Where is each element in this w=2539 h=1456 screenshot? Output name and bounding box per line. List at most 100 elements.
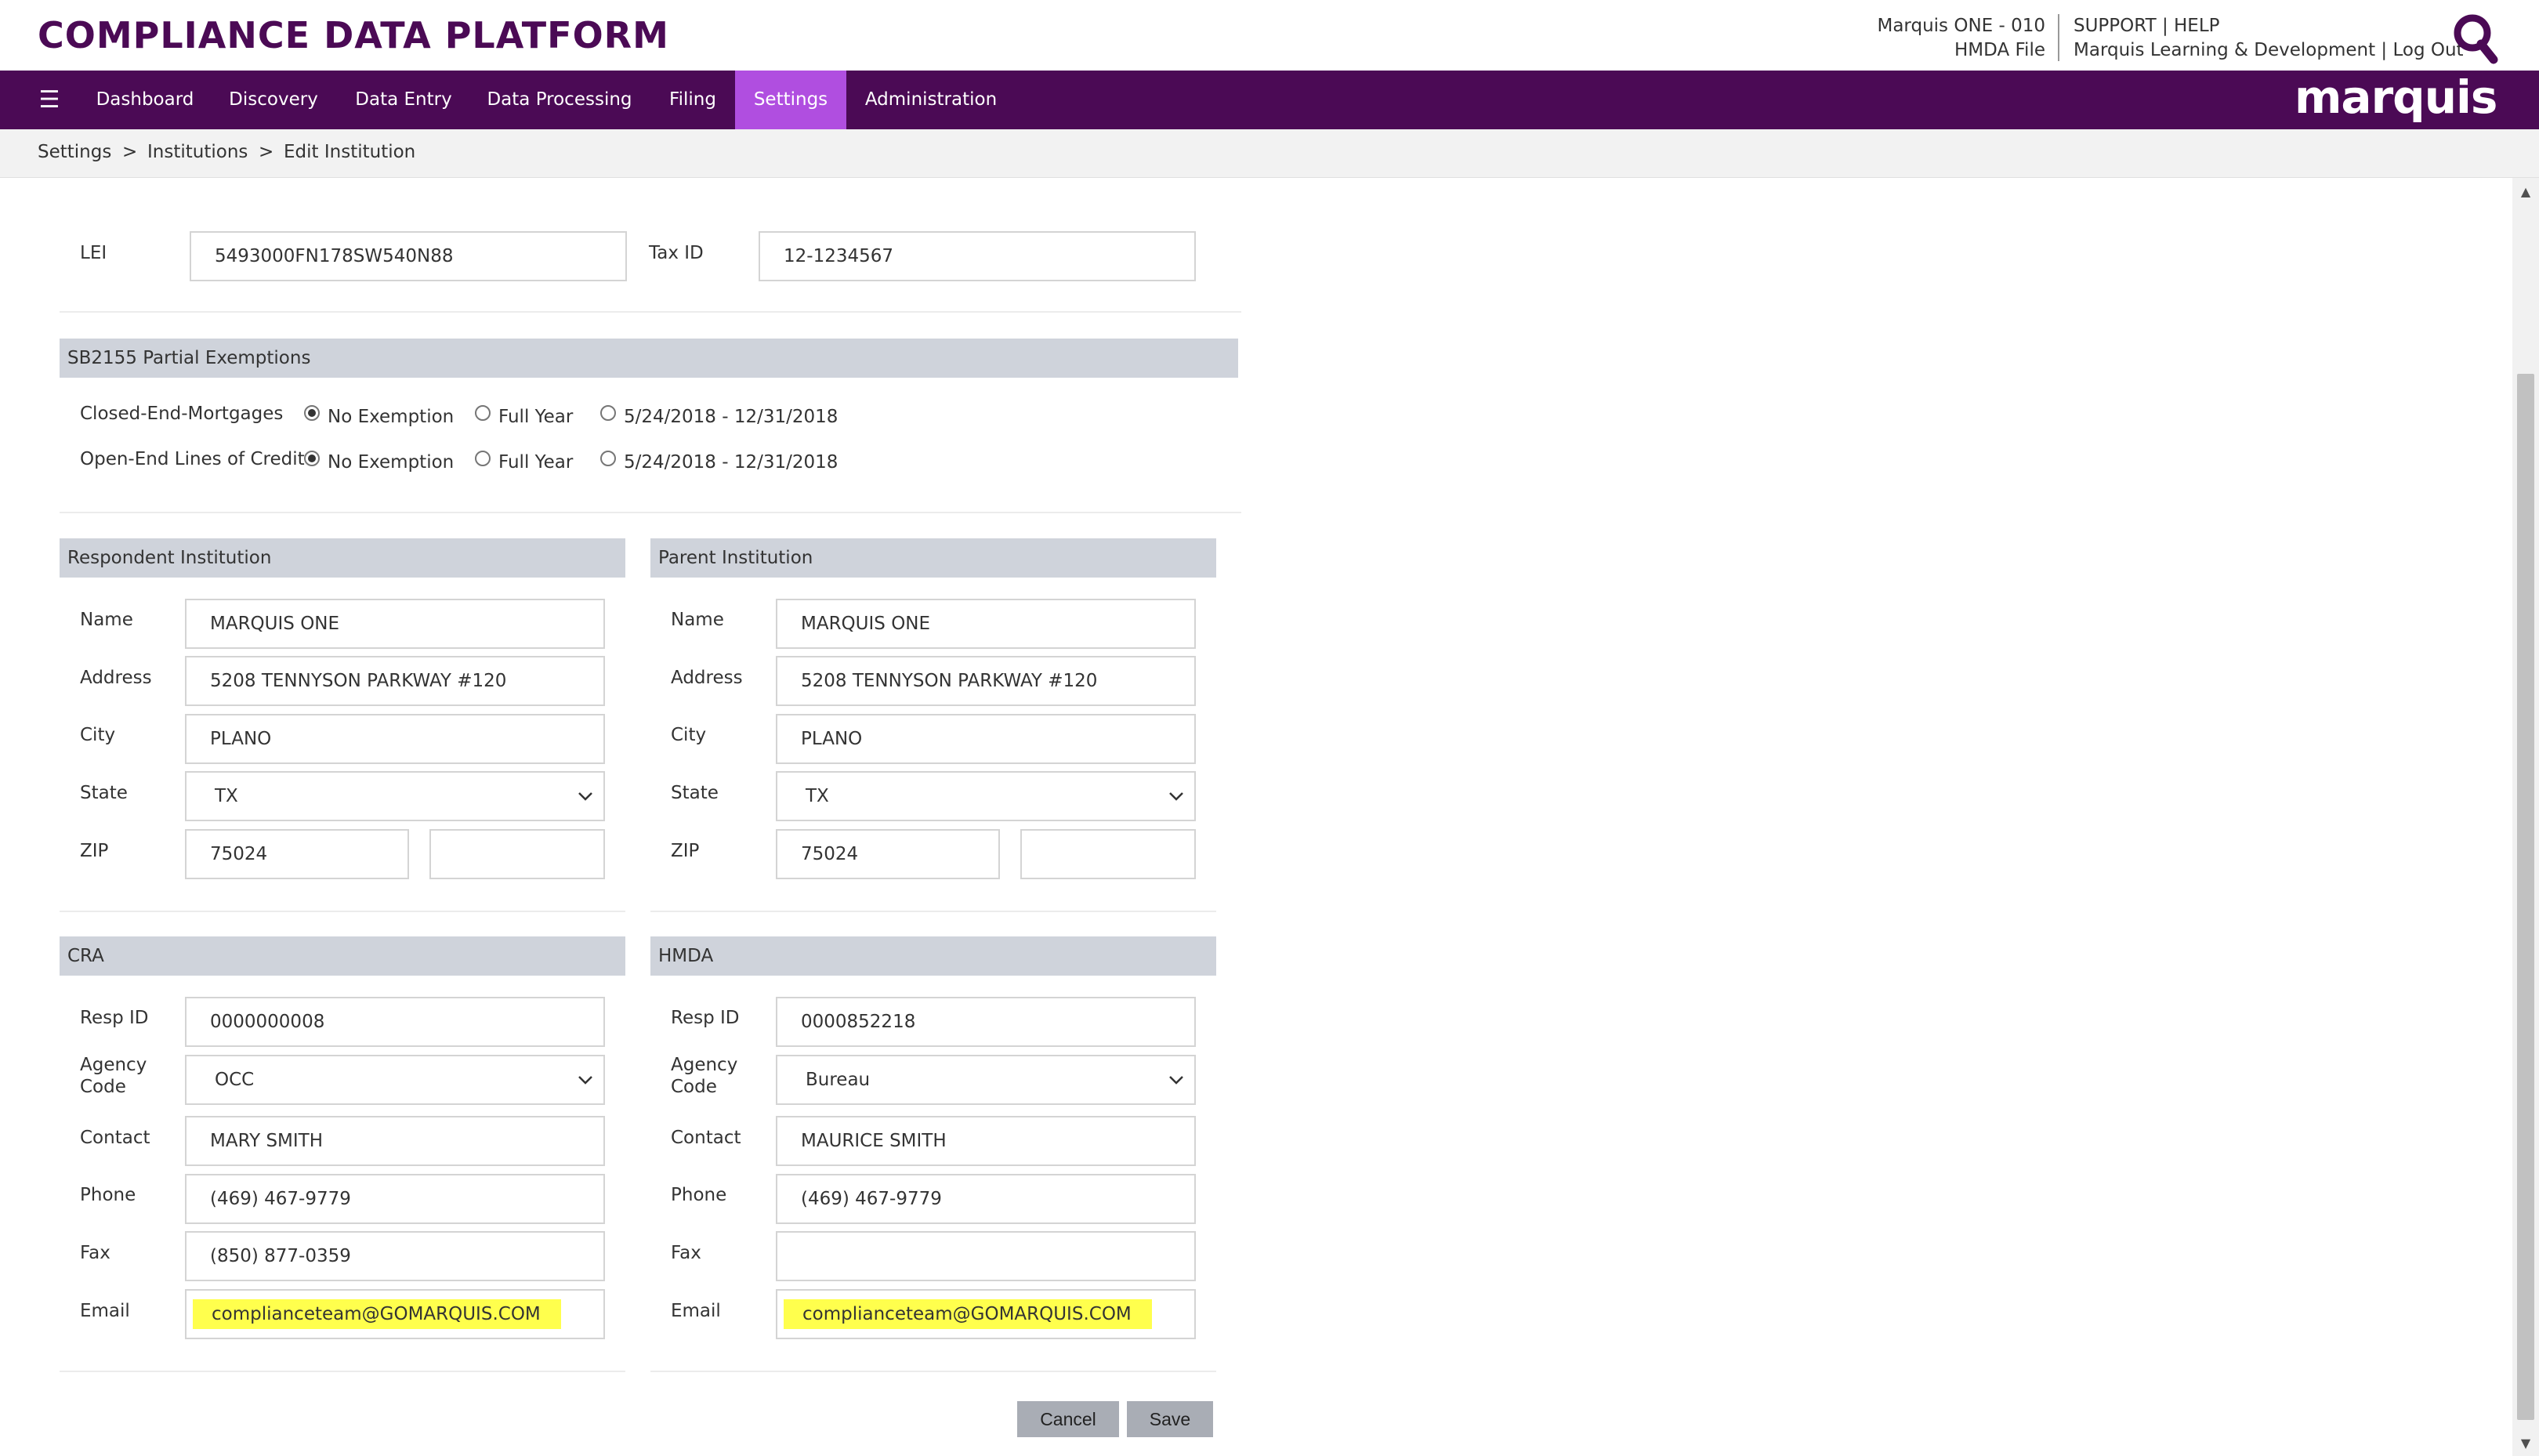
- highlighted-email: complianceteam@GOMARQUIS.COM: [784, 1299, 1152, 1329]
- search-button[interactable]: [2451, 13, 2500, 64]
- institution-name[interactable]: Marquis ONE - 010: [1849, 14, 2045, 38]
- nav-administration[interactable]: Administration: [859, 71, 1003, 129]
- nav-discovery[interactable]: Discovery: [216, 71, 331, 129]
- radio-label: Full Year: [498, 407, 574, 427]
- breadcrumb-edit-institution: Edit Institution: [284, 142, 416, 162]
- save-button[interactable]: Save: [1127, 1401, 1213, 1437]
- parent-name-label: Name: [671, 610, 724, 630]
- scroll-down-arrow-icon[interactable]: ▼: [2512, 1429, 2539, 1456]
- file-type[interactable]: HMDA File: [1849, 38, 2045, 63]
- nav-settings[interactable]: Settings: [735, 71, 846, 129]
- hmda-fax-input[interactable]: [776, 1231, 1196, 1281]
- parent-state-select[interactable]: TX: [776, 771, 1196, 821]
- radio-label: 5/24/2018 - 12/31/2018: [624, 452, 838, 473]
- cra-agency-code-select[interactable]: OCC: [185, 1055, 605, 1105]
- cancel-button[interactable]: Cancel: [1017, 1401, 1119, 1437]
- link-separator: |: [2161, 16, 2168, 36]
- hmda-contact-input[interactable]: MAURICE SMITH: [776, 1116, 1196, 1166]
- breadcrumb-separator: >: [122, 142, 138, 162]
- parent-zip-ext-input[interactable]: [1020, 829, 1196, 879]
- radio-label: No Exemption: [328, 452, 455, 473]
- cra-email-input[interactable]: complianceteam@GOMARQUIS.COM: [185, 1289, 605, 1339]
- user-name[interactable]: Marquis Learning & Development: [2074, 40, 2375, 60]
- breadcrumb: Settings > Institutions > Edit Instituti…: [0, 129, 2539, 178]
- chevron-down-icon: [1166, 773, 1186, 820]
- cra-fax-input[interactable]: (850) 877-0359: [185, 1231, 605, 1281]
- hmda-email-label: Email: [671, 1301, 721, 1321]
- respondent-header: Respondent Institution: [60, 538, 625, 578]
- hmda-agency-code-select[interactable]: Bureau: [776, 1055, 1196, 1105]
- parent-city-label: City: [671, 725, 707, 745]
- respondent-city-label: City: [80, 725, 116, 745]
- section-divider: [650, 911, 1216, 912]
- parent-city-input[interactable]: PLANO: [776, 714, 1196, 764]
- cra-resp-id-input[interactable]: 0000000008: [185, 997, 605, 1047]
- closed-end-partial-year-radio[interactable]: [600, 405, 616, 421]
- chevron-down-icon: [1166, 1056, 1186, 1103]
- hmda-phone-input[interactable]: (469) 467-9779: [776, 1174, 1196, 1224]
- sb2155-header: SB2155 Partial Exemptions: [60, 339, 1238, 378]
- closed-end-label: Closed-End-Mortgages: [80, 404, 284, 424]
- respondent-zip-label: ZIP: [80, 841, 109, 861]
- institution-info: Marquis ONE - 010 HMDA File: [1849, 14, 2045, 63]
- respondent-zip-input[interactable]: 75024: [185, 829, 409, 879]
- parent-state-label: State: [671, 783, 719, 803]
- closed-end-no-exemption-radio[interactable]: [304, 405, 320, 421]
- respondent-city-input[interactable]: PLANO: [185, 714, 605, 764]
- highlighted-email: complianceteam@GOMARQUIS.COM: [193, 1299, 561, 1329]
- nav-data-entry[interactable]: Data Entry: [345, 71, 462, 129]
- chevron-down-icon: [575, 773, 596, 820]
- marquis-logo: marquis: [2295, 71, 2497, 124]
- hmda-resp-id-label: Resp ID: [671, 1008, 740, 1028]
- respondent-zip-ext-input[interactable]: [429, 829, 605, 879]
- hmda-email-input[interactable]: complianceteam@GOMARQUIS.COM: [776, 1289, 1196, 1339]
- respondent-address-label: Address: [80, 668, 152, 688]
- open-end-no-exemption-radio[interactable]: [304, 451, 320, 466]
- cra-phone-input[interactable]: (469) 467-9779: [185, 1174, 605, 1224]
- nav-dashboard[interactable]: Dashboard: [81, 71, 208, 129]
- lei-label: LEI: [80, 243, 107, 263]
- app-title: COMPLIANCE DATA PLATFORM: [38, 14, 669, 56]
- parent-name-input[interactable]: MARQUIS ONE: [776, 599, 1196, 649]
- breadcrumb-settings[interactable]: Settings: [38, 129, 111, 175]
- tax-id-input[interactable]: 12-1234567: [759, 231, 1196, 281]
- parent-zip-label: ZIP: [671, 841, 700, 861]
- parent-header: Parent Institution: [650, 538, 1216, 578]
- selected-value: TX: [215, 786, 238, 806]
- vertical-scrollbar[interactable]: ▲ ▼: [2512, 178, 2539, 1456]
- parent-zip-input[interactable]: 75024: [776, 829, 1000, 879]
- hmda-contact-label: Contact: [671, 1128, 741, 1148]
- help-link[interactable]: HELP: [2174, 16, 2220, 36]
- cra-contact-input[interactable]: MARY SMITH: [185, 1116, 605, 1166]
- closed-end-full-year-radio[interactable]: [475, 405, 491, 421]
- breadcrumb-institutions[interactable]: Institutions: [147, 129, 248, 175]
- section-divider: [60, 1371, 625, 1372]
- app-header: COMPLIANCE DATA PLATFORM Marquis ONE - 0…: [0, 0, 2539, 71]
- scrollbar-thumb[interactable]: [2517, 374, 2534, 1420]
- respondent-address-input[interactable]: 5208 TENNYSON PARKWAY #120: [185, 656, 605, 706]
- cra-fax-label: Fax: [80, 1243, 110, 1263]
- respondent-state-select[interactable]: TX: [185, 771, 605, 821]
- tax-id-label: Tax ID: [649, 243, 704, 263]
- lei-input[interactable]: 5493000FN178SW540N88: [190, 231, 627, 281]
- chevron-down-icon: [575, 1056, 596, 1103]
- nav-filing[interactable]: Filing: [658, 71, 727, 129]
- selected-value: OCC: [215, 1070, 255, 1090]
- respondent-name-input[interactable]: MARQUIS ONE: [185, 599, 605, 649]
- cra-phone-label: Phone: [80, 1185, 136, 1205]
- link-separator: |: [2381, 40, 2388, 60]
- open-end-partial-year-radio[interactable]: [600, 451, 616, 466]
- hamburger-menu-icon[interactable]: ☰: [31, 71, 67, 129]
- parent-address-input[interactable]: 5208 TENNYSON PARKWAY #120: [776, 656, 1196, 706]
- section-divider: [60, 512, 1241, 513]
- cra-email-label: Email: [80, 1301, 130, 1321]
- scroll-up-arrow-icon[interactable]: ▲: [2512, 178, 2539, 205]
- hmda-header: HMDA: [650, 936, 1216, 976]
- respondent-name-label: Name: [80, 610, 133, 630]
- nav-data-processing[interactable]: Data Processing: [480, 71, 639, 129]
- support-link[interactable]: SUPPORT: [2074, 16, 2157, 36]
- open-end-full-year-radio[interactable]: [475, 451, 491, 466]
- hmda-resp-id-input[interactable]: 0000852218: [776, 997, 1196, 1047]
- cra-agency-label: Agency Code: [80, 1055, 147, 1097]
- hmda-agency-label: Agency Code: [671, 1055, 738, 1097]
